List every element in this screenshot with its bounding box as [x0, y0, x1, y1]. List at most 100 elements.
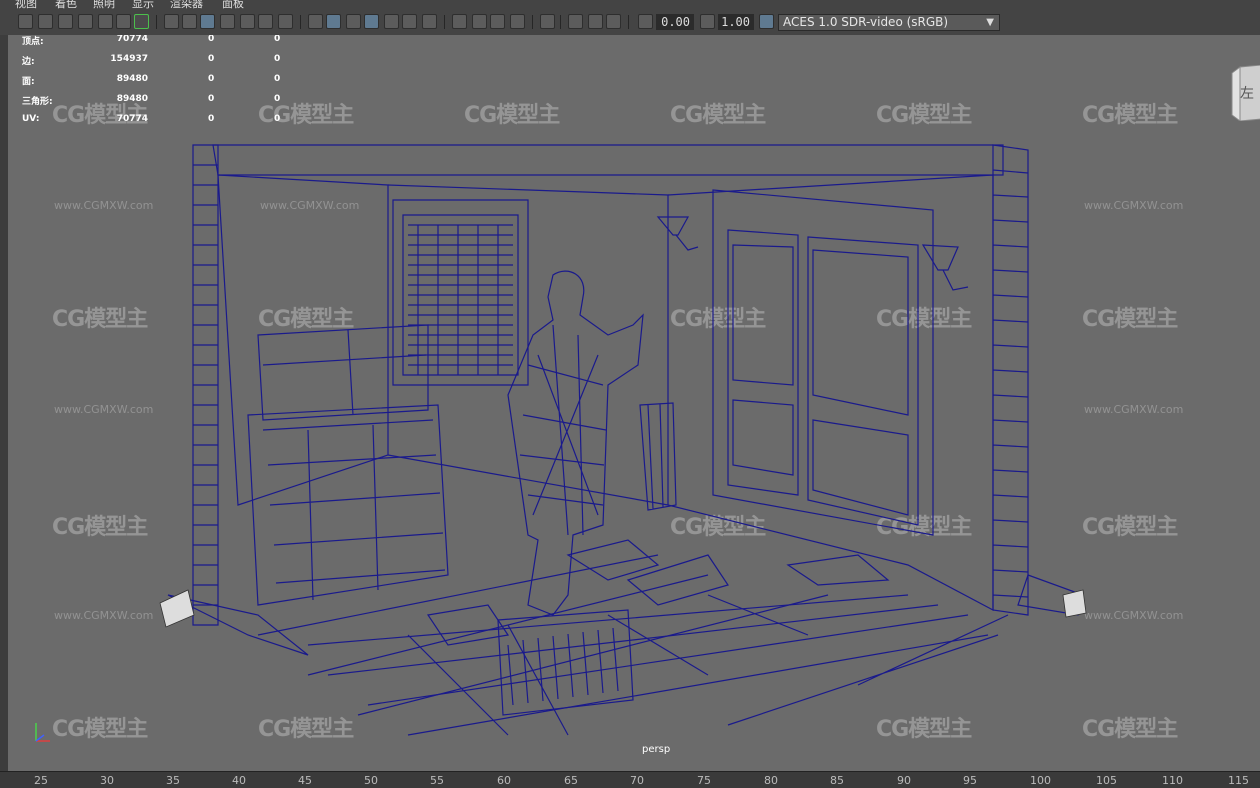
timeline-tick: 90	[897, 774, 911, 787]
timeline-tick: 70	[630, 774, 644, 787]
timeline-tick: 45	[298, 774, 312, 787]
timeline-tick: 35	[166, 774, 180, 787]
toolbar-separator	[300, 15, 301, 29]
toolbar-separator	[444, 15, 445, 29]
depth-of-field-icon[interactable]	[510, 14, 525, 29]
hud-label: 三角形:	[22, 97, 53, 107]
exposure-field[interactable]: 0.00	[656, 14, 694, 30]
camera-attributes-icon[interactable]	[38, 14, 53, 29]
grease-pencil-icon[interactable]	[116, 14, 131, 29]
pencil-icon[interactable]	[134, 14, 149, 29]
bookmark-icon[interactable]	[58, 14, 73, 29]
timeline-tick: 30	[100, 774, 114, 787]
toolbar-separator	[156, 15, 157, 29]
safe-action-icon[interactable]	[258, 14, 273, 29]
safe-title-icon[interactable]	[278, 14, 293, 29]
hud-value: 0	[208, 94, 215, 104]
timeline-tick: 40	[232, 774, 246, 787]
resolution-gate-icon[interactable]	[200, 14, 215, 29]
hud-label: 顶点:	[22, 37, 44, 47]
default-material-icon[interactable]	[346, 14, 361, 29]
view-transform-label: ACES 1.0 SDR-video (sRGB)	[783, 15, 949, 29]
left-brick-column	[192, 144, 219, 626]
isolate-select-icon[interactable]	[540, 14, 555, 29]
field-chart-icon[interactable]	[240, 14, 255, 29]
timeline-tick: 60	[497, 774, 511, 787]
wireframe-icon[interactable]	[308, 14, 323, 29]
timeline-tick: 110	[1162, 774, 1183, 787]
color-management-icon[interactable]	[759, 14, 774, 29]
hud-label: 面:	[22, 77, 35, 87]
menu-view[interactable]: 视图	[15, 0, 37, 9]
gate-mask-icon[interactable]	[220, 14, 235, 29]
persp-viewport[interactable]: CG模型主 CG模型主 CG模型主 CG模型主 CG模型主 CG模型主 www.…	[8, 35, 1260, 771]
time-slider[interactable]: 25 30 35 40 45 50 55 60 65 70 75 80 85 9…	[0, 771, 1260, 788]
menu-bar: 视图 着色 照明 显示 渲染器 面板	[0, 0, 1260, 9]
view-cube-face-label: 左	[1240, 86, 1254, 102]
image-plane-icon[interactable]	[78, 14, 93, 29]
menu-show[interactable]: 显示	[132, 0, 154, 9]
toolbar-separator	[628, 15, 629, 29]
hud-value: 0	[274, 54, 281, 64]
hud-row: 顶点: 70774 0 0	[22, 35, 282, 48]
hud-value: 0	[274, 94, 281, 104]
toolbar-separator	[560, 15, 561, 29]
gamma-icon[interactable]	[700, 14, 715, 29]
xray-joints-icon[interactable]	[606, 14, 621, 29]
hud-value: 0	[274, 114, 281, 124]
timeline-tick: 55	[430, 774, 444, 787]
wall-sconce-right	[921, 244, 969, 291]
motion-blur-icon[interactable]	[472, 14, 487, 29]
hud-row: 面: 89480 0 0	[22, 74, 282, 88]
gamma-field[interactable]: 1.00	[718, 14, 754, 30]
toolbar-separator	[532, 15, 533, 29]
hud-value: 154937	[110, 54, 148, 64]
wood-block-right	[1062, 589, 1087, 618]
timeline-tick: 25	[34, 774, 48, 787]
back-wall-right	[667, 174, 994, 611]
timeline-tick: 105	[1096, 774, 1117, 787]
hud-value: 89480	[116, 94, 148, 104]
chevron-down-icon: ▼	[986, 17, 994, 28]
timeline-tick: 50	[364, 774, 378, 787]
screen-space-ao-icon[interactable]	[452, 14, 467, 29]
panel-toolbar: 0.00 1.00 ACES 1.0 SDR-video (sRGB) ▼	[0, 9, 1260, 36]
shadows-icon[interactable]	[422, 14, 437, 29]
timeline-tick: 100	[1030, 774, 1051, 787]
view-cube[interactable]: 左	[1230, 64, 1260, 122]
select-camera-icon[interactable]	[18, 14, 33, 29]
timeline-tick: 115	[1228, 774, 1249, 787]
film-gate-icon[interactable]	[182, 14, 197, 29]
camera-name-label: persp	[642, 744, 671, 755]
anti-aliasing-icon[interactable]	[490, 14, 505, 29]
menu-renderer[interactable]: 渲染器	[170, 0, 203, 9]
grid-icon[interactable]	[164, 14, 179, 29]
double-door	[712, 189, 934, 536]
xray-active-icon[interactable]	[588, 14, 603, 29]
xray-icon[interactable]	[568, 14, 583, 29]
use-all-lights-icon[interactable]	[402, 14, 417, 29]
2d-pan-zoom-icon[interactable]	[98, 14, 113, 29]
character-mesh	[519, 324, 607, 536]
wireframe-on-shaded-icon[interactable]	[364, 14, 379, 29]
hud-value: 0	[208, 114, 215, 124]
exposure-icon[interactable]	[638, 14, 653, 29]
hud-row: 三角形: 89480 0 0	[22, 94, 282, 108]
hud-value: 70774	[116, 35, 148, 44]
textured-icon[interactable]	[384, 14, 399, 29]
menu-lighting[interactable]: 照明	[93, 0, 115, 9]
hud-row: 边: 154937 0 0	[22, 54, 282, 68]
wall-sconce-left	[656, 216, 699, 251]
timeline-tick: 75	[697, 774, 711, 787]
right-brick-column	[992, 144, 1029, 616]
hud-value: 0	[274, 35, 281, 44]
menu-panels[interactable]: 面板	[222, 0, 244, 9]
hud-value: 0	[274, 74, 281, 84]
drawer-cabinet	[247, 404, 449, 606]
smooth-shade-icon[interactable]	[326, 14, 341, 29]
back-wall-left	[217, 174, 389, 506]
menu-shading[interactable]: 着色	[55, 0, 77, 9]
hud-label: UV:	[22, 114, 40, 124]
view-transform-dropdown[interactable]: ACES 1.0 SDR-video (sRGB) ▼	[778, 14, 1000, 31]
window-blinds	[408, 224, 513, 375]
